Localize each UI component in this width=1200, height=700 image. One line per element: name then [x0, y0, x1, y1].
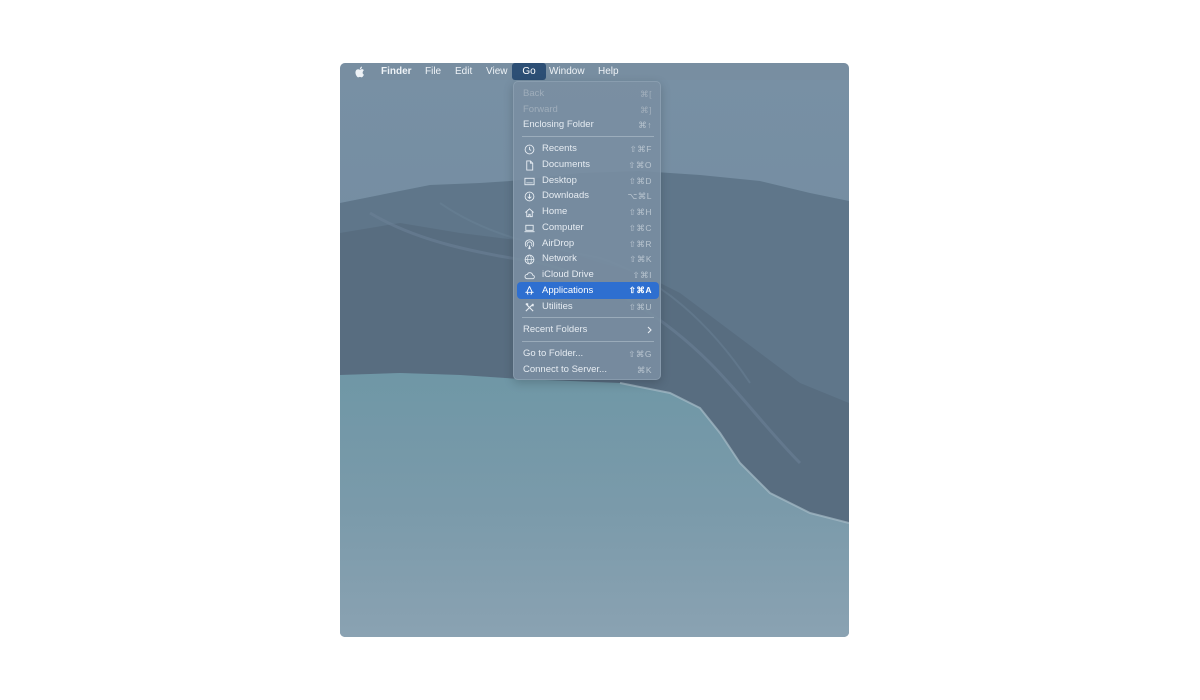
menu-item-shortcut: ⇧⌘A: [628, 285, 652, 295]
menu-item-shortcut: ⌥⌘L: [627, 191, 652, 201]
menu-window[interactable]: Window: [549, 63, 585, 80]
menu-file[interactable]: File: [425, 63, 441, 80]
chevron-right-icon: [647, 326, 652, 334]
desktop-screen: Finder File Edit View Go Window Help Bac…: [340, 63, 849, 637]
menu-item-label: Enclosing Folder: [523, 119, 594, 130]
menu-item-shortcut: ⌘]: [640, 105, 652, 115]
document-icon: [526, 160, 534, 171]
menu-item-label: Network: [542, 253, 577, 264]
menu-item-network[interactable]: Network ⇧⌘K: [514, 251, 662, 267]
menu-item-label: Recents: [542, 143, 577, 154]
menu-item-label: Home: [542, 206, 568, 217]
applications-icon: [525, 286, 534, 295]
menu-item-shortcut: ⇧⌘C: [628, 223, 652, 233]
menu-item-shortcut: ⇧⌘F: [629, 144, 652, 154]
menu-item-label: Go to Folder...: [523, 348, 584, 359]
clock-icon: [524, 144, 535, 155]
menu-item-utilities[interactable]: Utilities ⇧⌘U: [514, 299, 662, 315]
menu-item-shortcut: ⇧⌘D: [628, 176, 652, 186]
menu-item-shortcut: ⌘K: [636, 365, 652, 375]
menu-item-icloud-drive[interactable]: iCloud Drive ⇧⌘I: [514, 267, 662, 283]
menu-separator: [522, 341, 654, 342]
laptop-icon: [524, 224, 535, 233]
download-icon: [524, 191, 535, 202]
menu-item-desktop[interactable]: Desktop ⇧⌘D: [514, 173, 662, 189]
menu-item-shortcut: ⇧⌘I: [632, 270, 652, 280]
menu-item-computer[interactable]: Computer ⇧⌘C: [514, 220, 662, 236]
menu-item-go-to-folder[interactable]: Go to Folder... ⇧⌘G: [514, 346, 662, 362]
home-icon: [525, 208, 534, 218]
menu-bar: Finder File Edit View Go Window Help: [340, 63, 849, 80]
menu-item-shortcut: ⇧⌘G: [628, 349, 652, 359]
menu-item-label: AirDrop: [542, 238, 575, 249]
menu-separator: [522, 317, 654, 318]
menu-item-downloads[interactable]: Downloads ⌥⌘L: [514, 188, 662, 204]
menu-item-label: Downloads: [542, 190, 589, 201]
menu-finder[interactable]: Finder: [381, 63, 412, 80]
menu-item-label: iCloud Drive: [542, 269, 594, 280]
go-menu: Back ⌘[ Forward ⌘] Enclosing Folder ⌘↑ R…: [513, 81, 661, 380]
menu-item-label: Back: [523, 88, 545, 99]
desktop-icon: [524, 177, 535, 186]
menu-item-label: Recent Folders: [523, 324, 588, 335]
menu-item-label: Applications: [542, 285, 594, 296]
tools-icon: [525, 303, 534, 312]
cloud-icon: [524, 272, 535, 280]
menu-item-label: Computer: [542, 222, 584, 233]
menu-view[interactable]: View: [486, 63, 508, 80]
menu-edit[interactable]: Edit: [455, 63, 472, 80]
menu-item-back[interactable]: Back ⌘[: [514, 86, 662, 102]
menu-item-shortcut: ⇧⌘O: [628, 160, 652, 170]
menu-separator: [522, 136, 654, 137]
menu-item-connect-to-server[interactable]: Connect to Server... ⌘K: [514, 362, 662, 378]
menu-go[interactable]: Go: [512, 63, 546, 80]
menu-item-applications[interactable]: Applications ⇧⌘A: [517, 282, 659, 299]
menu-item-label: Desktop: [542, 175, 577, 186]
menu-item-enclosing-folder[interactable]: Enclosing Folder ⌘↑: [514, 117, 662, 133]
menu-item-documents[interactable]: Documents ⇧⌘O: [514, 157, 662, 173]
menu-item-shortcut: ⇧⌘K: [629, 254, 652, 264]
menu-item-shortcut: ⇧⌘H: [628, 207, 652, 217]
menu-item-label: Documents: [542, 159, 591, 170]
menu-item-shortcut: ⌘[: [640, 89, 652, 99]
airdrop-icon: [524, 239, 535, 250]
menu-item-label: Utilities: [542, 301, 573, 312]
menu-item-recents[interactable]: Recents ⇧⌘F: [514, 141, 662, 157]
menu-item-forward[interactable]: Forward ⌘]: [514, 102, 662, 118]
menu-item-shortcut: ⇧⌘U: [628, 302, 652, 312]
menu-item-airdrop[interactable]: AirDrop ⇧⌘R: [514, 236, 662, 252]
globe-icon: [524, 254, 535, 265]
menu-item-label: Connect to Server...: [523, 364, 607, 375]
apple-icon[interactable]: [354, 66, 365, 78]
menu-item-label: Forward: [523, 104, 558, 115]
menu-item-recent-folders[interactable]: Recent Folders: [514, 322, 662, 338]
menu-item-home[interactable]: Home ⇧⌘H: [514, 204, 662, 220]
menu-help[interactable]: Help: [598, 63, 619, 80]
menu-item-shortcut: ⌘↑: [638, 120, 652, 130]
menu-item-shortcut: ⇧⌘R: [628, 239, 652, 249]
